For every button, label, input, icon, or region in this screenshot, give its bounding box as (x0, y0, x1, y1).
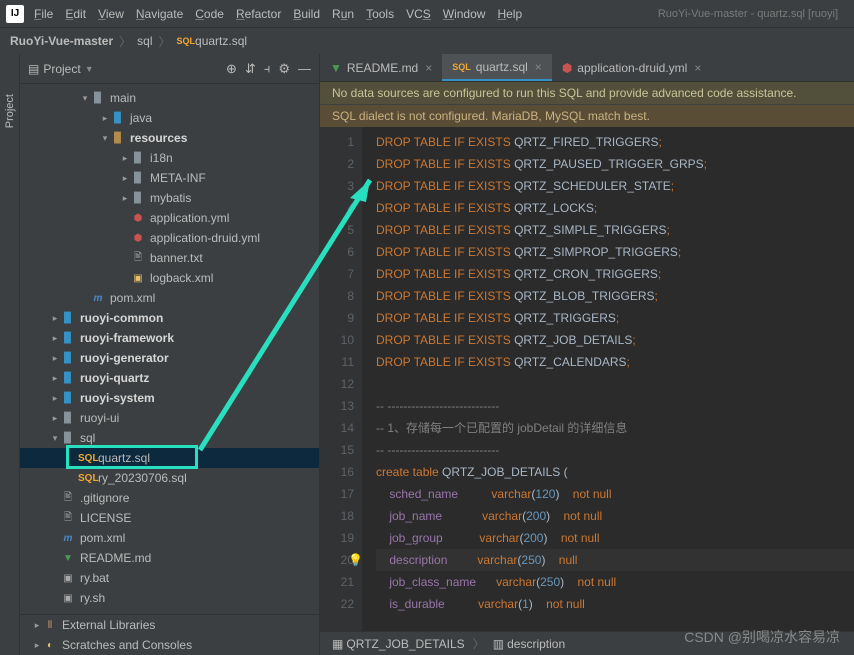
tree-framework[interactable]: ▸▉ruoyi-framework (20, 328, 319, 348)
tree-readme[interactable]: ▼README.md (20, 548, 319, 568)
project-panel-icon: ▤ (28, 62, 39, 76)
window-title: RuoYi-Vue-master - quartz.sql [ruoyi] (658, 8, 848, 20)
tree-resources[interactable]: ▾▉resources (20, 128, 319, 148)
tree-quartz[interactable]: ▸▉ruoyi-quartz (20, 368, 319, 388)
yml-file-icon: ⬢ (562, 61, 572, 75)
breadcrumb: RuoYi-Vue-master 〉 sql 〉 SQL quartz.sql (0, 28, 854, 54)
breadcrumb-root[interactable]: RuoYi-Vue-master (10, 34, 113, 48)
table-icon: ▦ (332, 637, 343, 651)
code-content[interactable]: DROP TABLE IF EXISTS QRTZ_FIRED_TRIGGERS… (362, 127, 854, 631)
tree-sql-folder[interactable]: ▾▉sql (20, 428, 319, 448)
menu-file[interactable]: File (34, 7, 53, 21)
app-icon: IJ (6, 5, 24, 23)
tree-license[interactable]: 🖹LICENSE (20, 508, 319, 528)
breadcrumb-folder[interactable]: sql (137, 34, 152, 48)
tab-application-druid[interactable]: ⬢application-druid.yml× (552, 54, 712, 81)
tab-readme[interactable]: ▼README.md× (320, 54, 442, 81)
tree-rysh[interactable]: ▣ry.sh (20, 588, 319, 608)
breadcrumb-file[interactable]: quartz.sql (195, 34, 247, 48)
collapse-icon[interactable]: ⫞ (264, 61, 271, 77)
editor-area: ▼README.md× SQLquartz.sql× ⬢application-… (320, 54, 854, 655)
menu-vcs[interactable]: VCS (406, 7, 431, 21)
status-table[interactable]: QRTZ_JOB_DETAILS (346, 637, 464, 651)
hide-icon[interactable]: — (298, 61, 311, 76)
status-column[interactable]: description (507, 637, 565, 651)
menu-edit[interactable]: Edit (65, 7, 86, 21)
tree-banner[interactable]: 🖹banner.txt (20, 248, 319, 268)
status-bar: ▦ QRTZ_JOB_DETAILS 〉 ▥ description (320, 631, 854, 655)
tab-quartz-sql[interactable]: SQLquartz.sql× (442, 54, 552, 81)
datasource-banner[interactable]: No data sources are configured to run th… (320, 82, 854, 104)
menu-code[interactable]: Code (195, 7, 224, 21)
tree-mybatis[interactable]: ▸▉mybatis (20, 188, 319, 208)
locate-icon[interactable]: ⊕ (226, 61, 237, 77)
project-tree: ▾▉main ▸▉java ▾▉resources ▸▉i18n ▸▉META-… (20, 84, 319, 614)
menu-help[interactable]: Help (497, 7, 522, 21)
sql-file-icon: SQL (177, 36, 196, 46)
tree-logback[interactable]: ▣logback.xml (20, 268, 319, 288)
tree-application-druid[interactable]: ⬢application-druid.yml (20, 228, 319, 248)
tree-common[interactable]: ▸▉ruoyi-common (20, 308, 319, 328)
project-tree-bottom: ▸⫴External Libraries ▸◐Scratches and Con… (20, 614, 319, 655)
expand-icon[interactable]: ⇵ (245, 61, 256, 77)
menu-run[interactable]: Run (332, 7, 354, 21)
menu-build[interactable]: Build (293, 7, 320, 21)
project-sidetab[interactable]: Project (0, 54, 20, 655)
tree-scratches[interactable]: ▸◐Scratches and Consoles (20, 635, 319, 655)
menu-navigate[interactable]: Navigate (136, 7, 183, 21)
tree-i18n[interactable]: ▸▉i18n (20, 148, 319, 168)
tree-metainf[interactable]: ▸▉META-INF (20, 168, 319, 188)
md-file-icon: ▼ (330, 61, 342, 75)
tree-pom2[interactable]: mpom.xml (20, 528, 319, 548)
tree-system[interactable]: ▸▉ruoyi-system (20, 388, 319, 408)
tree-rybat[interactable]: ▣ry.bat (20, 568, 319, 588)
project-panel-header: ▤ Project ▼ ⊕ ⇵ ⫞ ⚙ — (20, 54, 319, 84)
menu-window[interactable]: Window (443, 7, 486, 21)
project-panel-title: Project (43, 62, 80, 76)
tree-external-libs[interactable]: ▸⫴External Libraries (20, 615, 319, 635)
tree-ui[interactable]: ▸▉ruoyi-ui (20, 408, 319, 428)
dialect-banner[interactable]: SQL dialect is not configured. MariaDB, … (320, 104, 854, 127)
column-icon: ▥ (493, 637, 504, 651)
menu-refactor[interactable]: Refactor (236, 7, 281, 21)
close-icon[interactable]: × (425, 61, 432, 75)
close-icon[interactable]: × (535, 60, 542, 74)
tree-generator[interactable]: ▸▉ruoyi-generator (20, 348, 319, 368)
tree-gitignore[interactable]: 🖹.gitignore (20, 488, 319, 508)
menu-view[interactable]: View (98, 7, 124, 21)
sql-file-icon: SQL (78, 473, 94, 484)
sql-file-icon: SQL (78, 453, 94, 464)
menubar: IJ File Edit View Navigate Code Refactor… (0, 0, 854, 28)
tree-pom1[interactable]: mpom.xml (20, 288, 319, 308)
close-icon[interactable]: × (694, 61, 701, 75)
tree-java[interactable]: ▸▉java (20, 108, 319, 128)
tree-quartz-sql[interactable]: SQLquartz.sql (20, 448, 319, 468)
editor-tabs: ▼README.md× SQLquartz.sql× ⬢application-… (320, 54, 854, 82)
tree-ry-sql[interactable]: SQLry_20230706.sql (20, 468, 319, 488)
tree-main[interactable]: ▾▉main (20, 88, 319, 108)
menu-tools[interactable]: Tools (366, 7, 394, 21)
project-panel: ▤ Project ▼ ⊕ ⇵ ⫞ ⚙ — ▾▉main ▸▉java ▾▉re… (20, 54, 320, 655)
tree-application-yml[interactable]: ⬢application.yml (20, 208, 319, 228)
code-editor[interactable]: 12345678910111213141516171819202122 DROP… (320, 127, 854, 631)
sql-file-icon: SQL (452, 62, 471, 72)
gear-icon[interactable]: ⚙ (278, 61, 290, 77)
